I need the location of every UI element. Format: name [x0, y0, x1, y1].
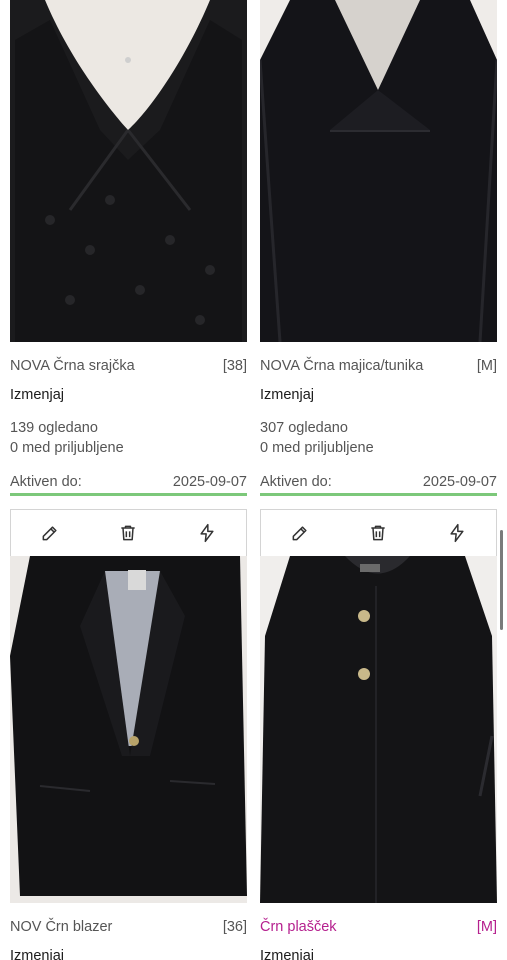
listing-size: [38] [222, 358, 247, 374]
edit-button[interactable] [32, 515, 68, 551]
listing-size: [M] [476, 358, 497, 374]
trash-icon [371, 525, 386, 541]
lightning-icon [450, 523, 464, 543]
edit-listing-link[interactable]: Izmenjaj [10, 948, 64, 960]
listing-card[interactable]: Črn plašček [M] Izmenjaj [260, 509, 497, 960]
views-count: 307 ogledano [260, 420, 348, 436]
listing-title[interactable]: Črn plašček [260, 919, 337, 935]
favorites-count: 0 med priljubljene [260, 440, 374, 456]
trash-icon [121, 525, 136, 541]
edit-button[interactable] [282, 515, 318, 551]
lightning-icon [200, 523, 214, 543]
active-until-label: Aktiven do: [10, 474, 82, 490]
delete-button[interactable] [110, 515, 146, 551]
edit-listing-link[interactable]: Izmenjaj [10, 387, 64, 403]
promote-button[interactable] [439, 515, 475, 551]
edit-listing-link[interactable]: Izmenjaj [260, 387, 314, 403]
active-until-date: 2025-09-07 [172, 474, 247, 490]
listing-title[interactable]: NOV Črn blazer [10, 919, 112, 935]
listing-card[interactable]: NOVA Črna majica/tunika [M] Izmenjaj 307… [260, 0, 497, 496]
active-until-label: Aktiven do: [260, 474, 332, 490]
active-until-date: 2025-09-07 [422, 474, 497, 490]
listing-title[interactable]: NOVA Črna majica/tunika [260, 358, 423, 374]
views-count: 139 ogledano [10, 420, 98, 436]
delete-button[interactable] [360, 515, 396, 551]
listing-photo-black-coat[interactable] [260, 556, 497, 903]
edit-listing-link[interactable]: Izmenjaj [260, 948, 314, 960]
active-until-row: Aktiven do: 2025-09-07 [10, 474, 247, 496]
favorites-count: 0 med priljubljene [10, 440, 124, 456]
listings-grid: NOVA Črna srajčka [38] Izmenjaj 139 ogle… [0, 0, 507, 960]
listing-toolbar [10, 509, 247, 556]
listing-photo-black-blouse[interactable] [10, 0, 247, 342]
promote-button[interactable] [189, 515, 225, 551]
listing-title-row: NOVA Črna srajčka [38] [10, 358, 247, 374]
listing-title-row: NOVA Črna majica/tunika [M] [260, 358, 497, 374]
pencil-icon [42, 526, 57, 541]
scrollbar[interactable] [500, 530, 503, 630]
listing-size: [M] [476, 919, 497, 935]
pencil-icon [292, 526, 307, 541]
active-until-row: Aktiven do: 2025-09-07 [260, 474, 497, 496]
listing-photo-black-blazer[interactable] [10, 556, 247, 903]
listing-title-row: NOV Črn blazer [36] [10, 919, 247, 935]
listing-card[interactable]: NOVA Črna srajčka [38] Izmenjaj 139 ogle… [10, 0, 247, 496]
listing-title[interactable]: NOVA Črna srajčka [10, 358, 135, 374]
listing-title-row: Črn plašček [M] [260, 919, 497, 935]
listing-card[interactable]: NOV Črn blazer [36] Izmenjaj [10, 509, 247, 960]
listing-toolbar [260, 509, 497, 556]
listing-size: [36] [222, 919, 247, 935]
listing-photo-black-tunic[interactable] [260, 0, 497, 342]
